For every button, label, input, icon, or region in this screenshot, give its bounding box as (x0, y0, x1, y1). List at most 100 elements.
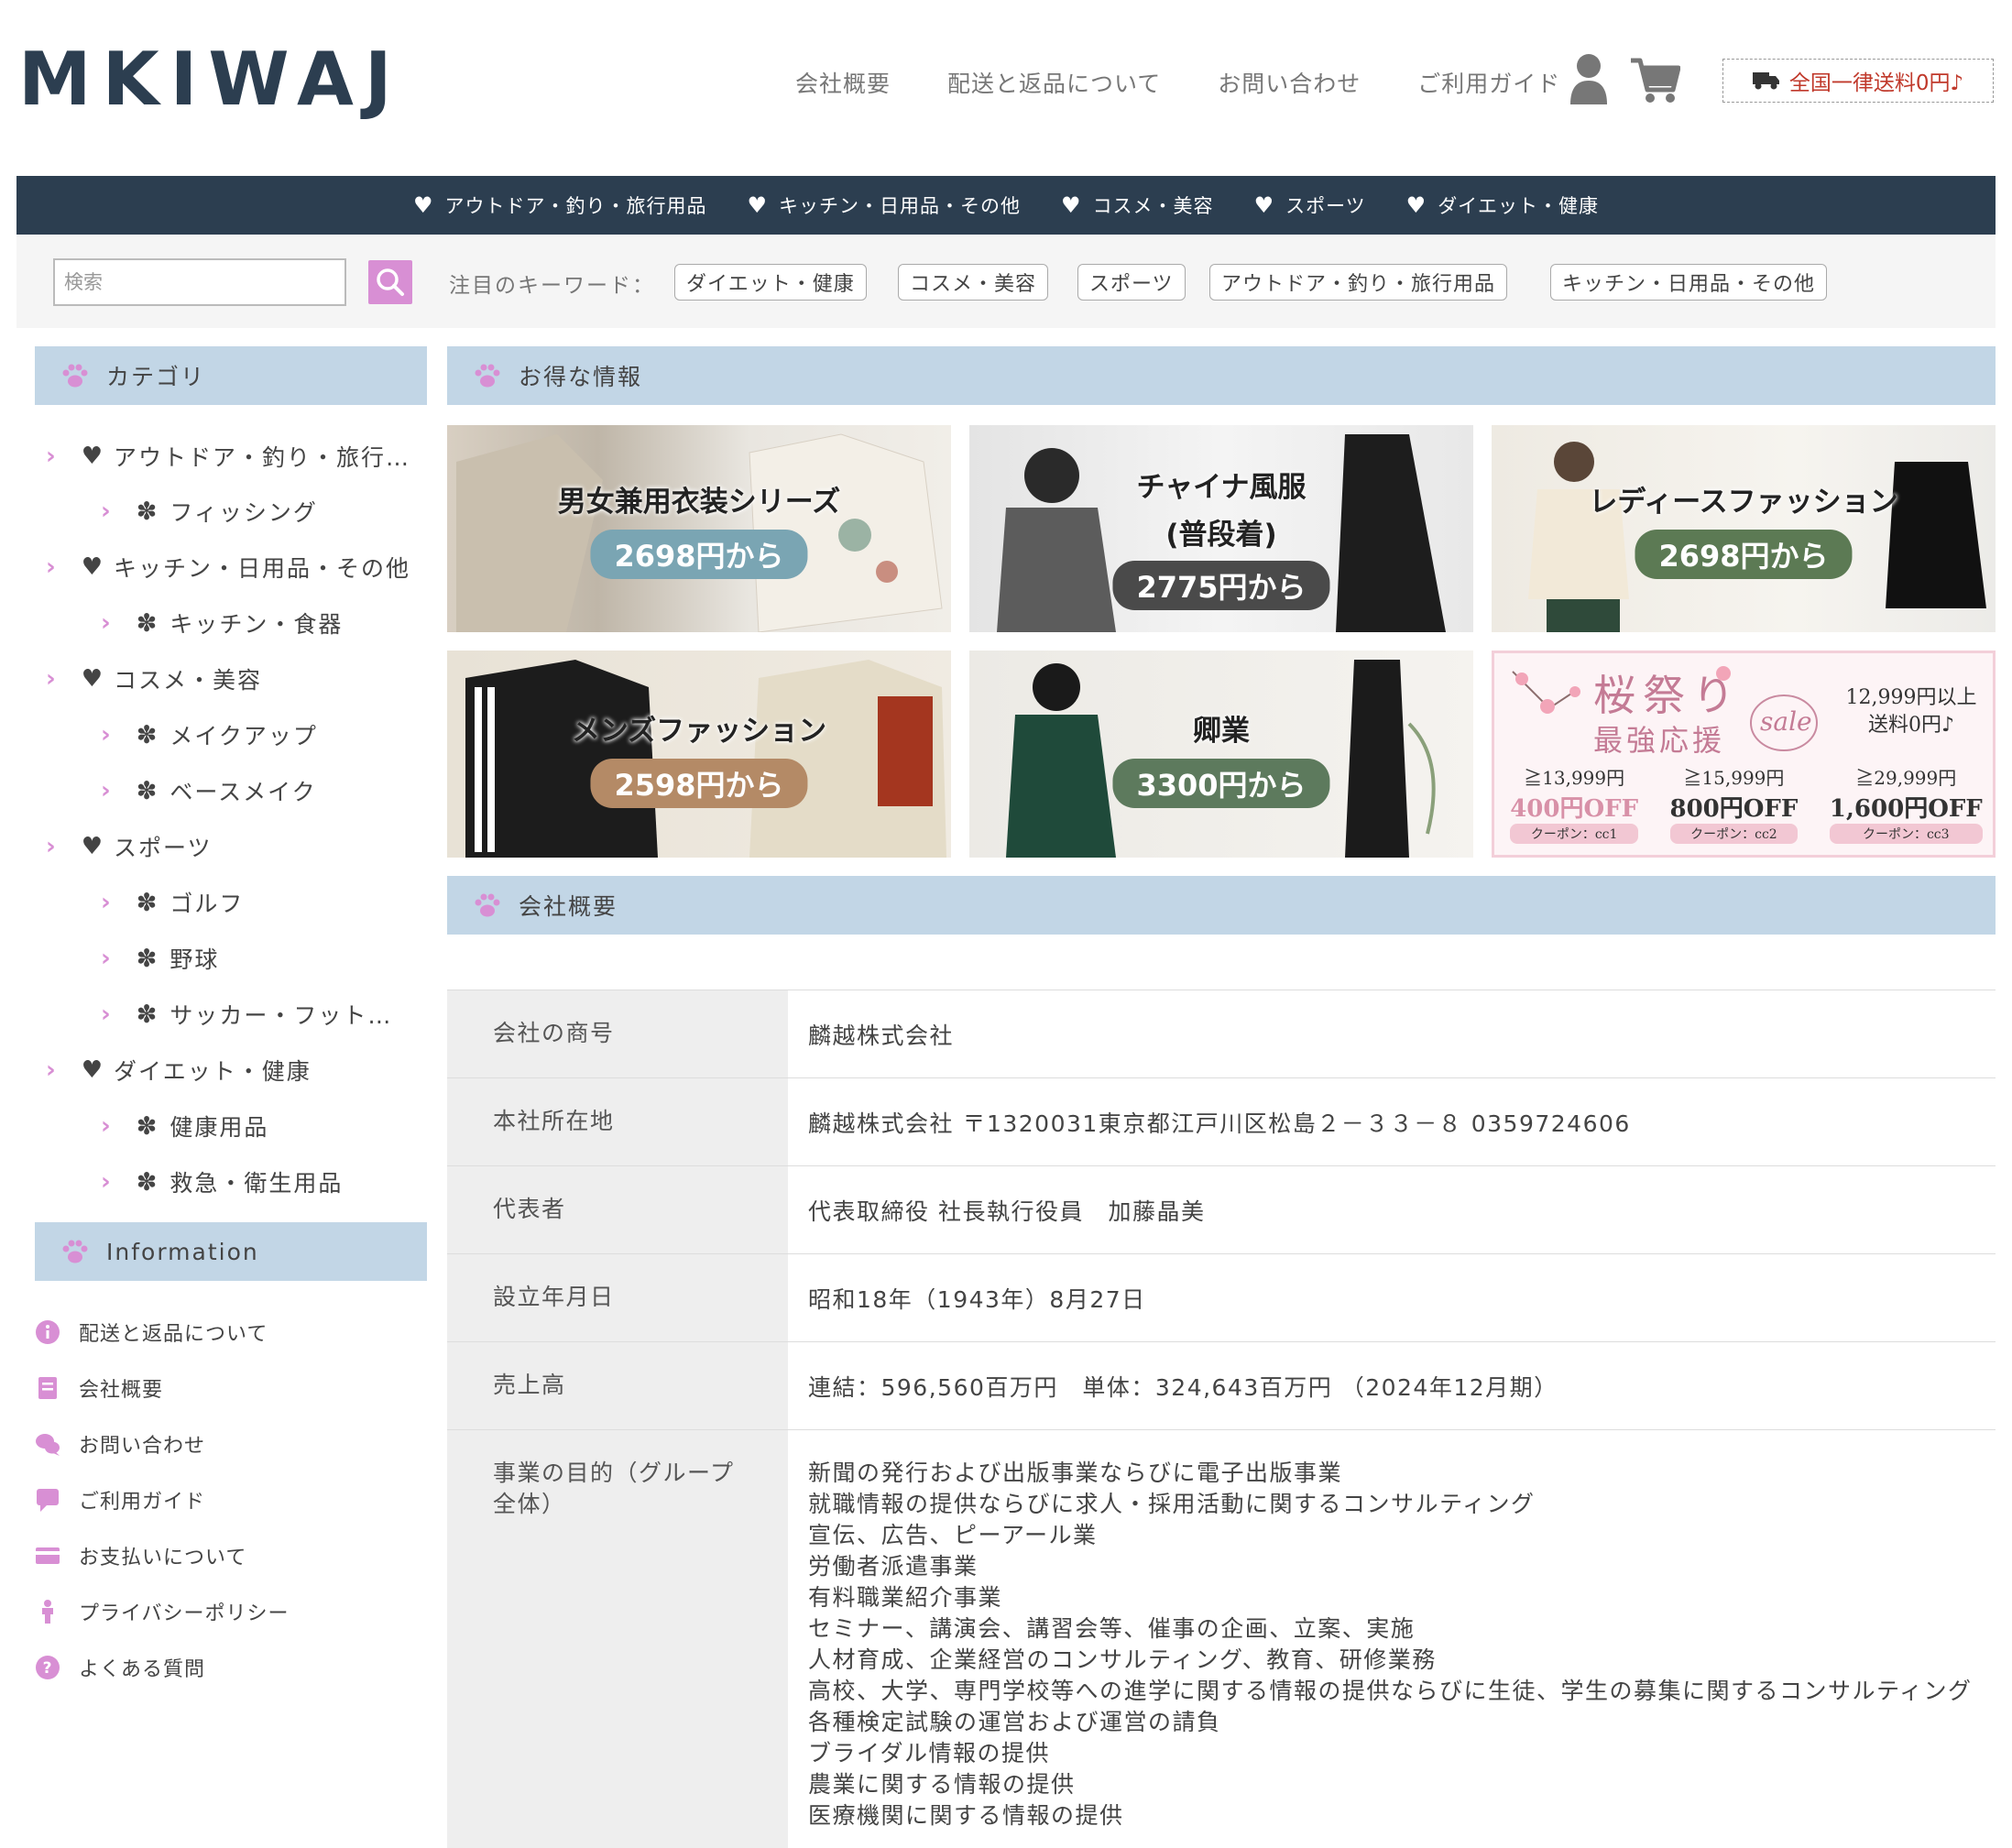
flower-icon: ✽ (136, 1111, 159, 1141)
sale-tiers: ≧13,999円 400円OFF クーポン：cc1 ≧15,999円 800円O… (1494, 763, 1993, 844)
search-input[interactable]: 検索 (53, 258, 346, 306)
sidebar-sub-label: メイクアップ (169, 723, 318, 749)
search-icon (377, 268, 404, 296)
chevron-right-icon: › (101, 1112, 113, 1140)
sidebar-cat-diet[interactable]: › ♥ ダイエット・健康 (46, 1054, 312, 1087)
tier-threshold: ≧13,999円 (1524, 767, 1625, 789)
sidebar-sub-kitchenware[interactable]: › ✽ キッチン・食器 (101, 607, 343, 640)
flower-icon: ✽ (136, 944, 159, 973)
sale-title: 桜祭り (1593, 671, 1742, 720)
nav-shipping-returns[interactable]: 配送と返品について (947, 66, 1161, 99)
sale-shipping: 12,999円以上 送料0円♪ (1833, 684, 1989, 739)
chevron-right-icon: › (101, 777, 113, 804)
banner-china[interactable]: チャイナ風服 (普段着) 2775円から (969, 425, 1473, 632)
info-faq[interactable]: ? よくある質問 (35, 1653, 205, 1682)
business-item: 農業に関する情報の提供 (808, 1771, 1076, 1798)
keyword-outdoor[interactable]: アウトドア・釣り・旅行用品 (1209, 264, 1508, 301)
banner-title: 男女兼用衣装シリーズ (557, 486, 841, 519)
flower-icon: ✽ (136, 1167, 159, 1197)
row-label: 代表者 (493, 1196, 566, 1222)
heart-icon: ♥ (747, 192, 769, 218)
nav-contact[interactable]: お問い合わせ (1218, 66, 1361, 99)
keyword-diet[interactable]: ダイエット・健康 (674, 264, 867, 301)
chevron-right-icon: › (46, 443, 58, 470)
sidebar-sub-golf[interactable]: › ✽ ゴルフ (101, 886, 244, 919)
question-circle-icon: ? (36, 1656, 60, 1679)
sidebar-cat-cosme[interactable]: › ♥ コスメ・美容 (46, 662, 262, 695)
cart-icon[interactable] (1629, 57, 1680, 104)
row-value: 麟越株式会社 〒1320031東京都江戸川区松島２－３３－８ 035972460… (808, 1110, 1631, 1137)
banner-unisex[interactable]: 男女兼用衣装シリーズ 2698円から (447, 425, 951, 632)
sale-subtitle: 最強応援 (1593, 723, 1726, 758)
info-payment[interactable]: お支払いについて (35, 1541, 246, 1570)
flower-icon: ✽ (136, 608, 159, 638)
keyword-sports[interactable]: スポーツ (1077, 264, 1186, 301)
catbar-diet[interactable]: ♥ ダイエット・健康 (1406, 191, 1599, 219)
banner-price: 2698円から (590, 530, 808, 579)
table-row: 代表者 代表取締役 社長執行役員 加藤晶美 (447, 1165, 1996, 1254)
catbar-label: キッチン・日用品・その他 (779, 195, 1022, 217)
info-privacy[interactable]: プライバシーポリシー (35, 1597, 290, 1626)
row-label: 本社所在地 (493, 1108, 615, 1134)
banner-ladies[interactable]: レディースファッション 2698円から (1492, 425, 1996, 632)
business-item: セミナー、講演会、講習会等、催事の企画、立案、実施 (808, 1615, 1416, 1642)
keyword-cosme[interactable]: コスメ・美容 (898, 264, 1049, 301)
business-item: ブライダル情報の提供 (808, 1740, 1051, 1766)
sidebar-sub-label: サッカー・フット… (169, 1002, 393, 1029)
info-company[interactable]: 会社概要 (35, 1373, 163, 1403)
sidebar-sub-health[interactable]: › ✽ 健康用品 (101, 1110, 268, 1143)
business-item: 宣伝、広告、ピーアール業 (808, 1522, 1098, 1548)
sidebar-sub-soccer[interactable]: › ✽ サッカー・フット… (101, 998, 392, 1031)
clothing-image (1528, 442, 1986, 632)
row-label-cell: 本社所在地 (447, 1078, 788, 1166)
site-logo[interactable]: MKIWAJ (18, 37, 403, 122)
row-label-cell: 代表者 (447, 1166, 788, 1254)
row-label: 設立年月日 (493, 1284, 615, 1310)
sidebar-sub-label: ゴルフ (169, 891, 245, 917)
sidebar-cat-label: キッチン・日用品・その他 (114, 555, 411, 582)
sidebar-sub-baseball[interactable]: › ✽ 野球 (101, 942, 219, 975)
sidebar-sub-basemake[interactable]: › ✽ ベースメイク (101, 774, 317, 807)
paw-icon (475, 893, 500, 917)
info-contact[interactable]: お問い合わせ (35, 1429, 205, 1459)
catbar-outdoor[interactable]: ♥ アウトドア・釣り・旅行用品 (413, 191, 707, 219)
flower-icon: ✽ (136, 497, 159, 526)
sidebar-cat-label: アウトドア・釣り・旅行… (114, 444, 411, 471)
info-guide[interactable]: ご利用ガイド (35, 1485, 205, 1514)
sale-shipping-line2: 送料0円♪ (1867, 714, 1955, 737)
catbar-sports[interactable]: ♥ スポーツ (1254, 191, 1366, 219)
business-item: 就職情報の提供ならびに求人・採用活動に関するコンサルティング (808, 1491, 1536, 1517)
chevron-right-icon: › (101, 609, 113, 637)
info-shipping[interactable]: 配送と返品について (35, 1318, 268, 1347)
sidebar-sub-makeup[interactable]: › ✽ メイクアップ (101, 718, 318, 751)
chevron-right-icon: › (101, 1168, 113, 1196)
banner-mens[interactable]: メンズファッション 2598円から (447, 651, 951, 858)
nav-company[interactable]: 会社概要 (795, 66, 891, 99)
table-row: 会社の商号 麟越株式会社 (447, 990, 1996, 1078)
sidebar-cat-sports[interactable]: › ♥ スポーツ (46, 830, 213, 863)
sidebar-cat-outdoor[interactable]: › ♥ アウトドア・釣り・旅行… (46, 440, 410, 473)
catbar-cosme[interactable]: ♥ コスメ・美容 (1061, 191, 1214, 219)
user-icon[interactable] (1569, 53, 1609, 104)
sidebar-cat-kitchen[interactable]: › ♥ キッチン・日用品・その他 (46, 551, 410, 584)
heart-icon: ♥ (81, 1056, 105, 1084)
row-label-cell: 会社の商号 (447, 990, 788, 1078)
table-row: 本社所在地 麟越株式会社 〒1320031東京都江戸川区松島２－３３－８ 035… (447, 1077, 1996, 1166)
catbar-kitchen[interactable]: ♥ キッチン・日用品・その他 (748, 191, 1022, 219)
sidebar-sub-fishing[interactable]: › ✽ フィッシング (101, 495, 318, 528)
business-item: 人材育成、企業経営のコンサルティング、教育、研修業務 (808, 1646, 1437, 1673)
row-label-cell: 事業の目的（グループ全体） (447, 1430, 788, 1848)
nav-guide[interactable]: ご利用ガイド (1417, 66, 1560, 99)
chevron-right-icon: › (101, 889, 113, 916)
banner-sakura-sale[interactable]: 桜祭り 最強応援 sale 12,999円以上 送料0円♪ ≧13,999円 4… (1492, 651, 1996, 858)
search-button[interactable] (368, 260, 412, 304)
banner-qingye[interactable]: 卿業 3300円から (969, 651, 1473, 858)
site-header: MKIWAJ 会社概要 配送と返品について お問い合わせ ご利用ガイド 全国一律… (0, 0, 2012, 174)
row-value: 麟越株式会社 (808, 1022, 955, 1049)
sidebar-sub-firstaid[interactable]: › ✽ 救急・衛生用品 (101, 1165, 343, 1198)
heart-icon: ♥ (81, 665, 105, 693)
sidebar-cat-label: コスメ・美容 (114, 667, 263, 694)
keyword-kitchen[interactable]: キッチン・日用品・その他 (1550, 264, 1828, 301)
flower-icon: ✽ (136, 720, 159, 749)
person-icon (42, 1600, 53, 1624)
